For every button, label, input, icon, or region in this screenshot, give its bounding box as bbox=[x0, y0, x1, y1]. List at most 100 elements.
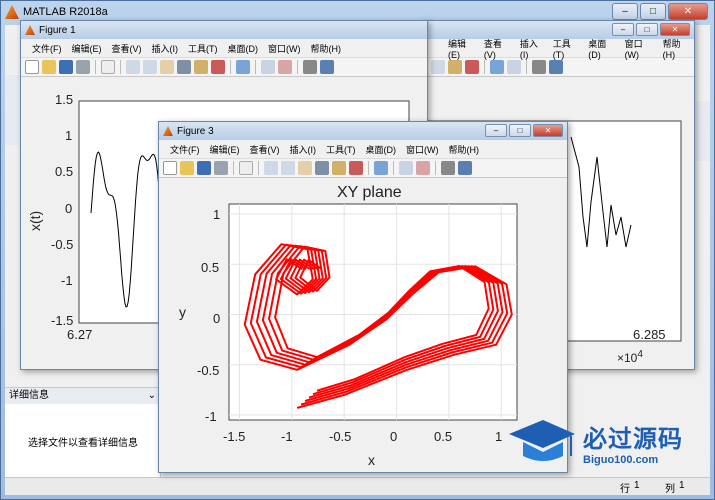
minimize-button[interactable]: – bbox=[612, 3, 638, 20]
close-button[interactable]: ✕ bbox=[533, 124, 563, 137]
link-icon[interactable] bbox=[236, 60, 250, 74]
f3-ytick-2: 0.5 bbox=[201, 260, 220, 275]
menu-desktop[interactable]: 桌面(D) bbox=[583, 37, 619, 60]
open-icon[interactable] bbox=[180, 161, 194, 175]
brush-icon[interactable] bbox=[349, 161, 363, 175]
hide-tools-icon[interactable] bbox=[441, 161, 455, 175]
close-button[interactable]: ✕ bbox=[660, 23, 690, 36]
zoom-out-icon[interactable] bbox=[143, 60, 157, 74]
f3-ytick-4: -0.5 bbox=[197, 363, 220, 378]
menu-file[interactable]: 文件(F) bbox=[165, 143, 205, 156]
maximize-button[interactable]: □ bbox=[509, 124, 531, 137]
brush-icon[interactable] bbox=[211, 60, 225, 74]
menu-window[interactable]: 窗口(W) bbox=[263, 42, 306, 55]
brush-icon[interactable] bbox=[465, 60, 479, 74]
show-tools-icon[interactable] bbox=[549, 60, 563, 74]
menu-tools[interactable]: 工具(T) bbox=[548, 37, 583, 60]
graduation-cap-logo bbox=[509, 420, 575, 461]
menu-help[interactable]: 帮助(H) bbox=[658, 37, 694, 60]
show-tools-icon[interactable] bbox=[320, 60, 334, 74]
new-figure-icon[interactable] bbox=[163, 161, 177, 175]
figure3-titlebar[interactable]: Figure 3 – □ ✕ bbox=[159, 122, 567, 140]
menu-help[interactable]: 帮助(H) bbox=[444, 143, 485, 156]
row-label: 行 bbox=[620, 484, 630, 495]
minimize-button[interactable]: – bbox=[612, 23, 634, 36]
hide-tools-icon[interactable] bbox=[532, 60, 546, 74]
data-cursor-icon[interactable] bbox=[194, 60, 208, 74]
f1-xtick-left: 6.27 bbox=[67, 327, 93, 342]
zoom-out-icon[interactable] bbox=[281, 161, 295, 175]
link-icon[interactable] bbox=[490, 60, 504, 74]
show-tools-icon[interactable] bbox=[458, 161, 472, 175]
pointer-icon[interactable] bbox=[239, 161, 253, 175]
menu-desktop[interactable]: 桌面(D) bbox=[361, 143, 402, 156]
figure3-axes-box bbox=[228, 203, 518, 421]
menu-view[interactable]: 查看(V) bbox=[107, 42, 147, 55]
f3-xtick-6: 1 bbox=[495, 429, 503, 444]
colorbar-icon[interactable] bbox=[507, 60, 521, 74]
f1-ytick-4: 0 bbox=[65, 201, 73, 216]
details-title: 详细信息 bbox=[9, 390, 49, 401]
maximize-button[interactable]: □ bbox=[640, 3, 666, 20]
workspace-strip[interactable] bbox=[694, 101, 710, 161]
figure3-xlabel: x bbox=[368, 452, 375, 468]
close-button[interactable]: ✕ bbox=[668, 3, 708, 20]
data-cursor-icon[interactable] bbox=[332, 161, 346, 175]
rotate-icon[interactable] bbox=[177, 60, 191, 74]
figure-back-menubar: 编辑(E) 查看(V) 插入(I) 工具(T) 桌面(D) 窗口(W) 帮助(H… bbox=[421, 37, 694, 60]
colorbar-icon[interactable] bbox=[399, 161, 413, 175]
menu-edit[interactable]: 编辑(E) bbox=[443, 37, 479, 60]
f1-ytick-5: -0.5 bbox=[51, 237, 74, 252]
minimize-button[interactable]: – bbox=[485, 124, 507, 137]
details-panel: 详细信息 ⌄ 选择文件以查看详细信息 bbox=[5, 387, 161, 477]
menu-file[interactable]: 文件(F) bbox=[27, 42, 67, 55]
menu-window[interactable]: 窗口(W) bbox=[620, 37, 658, 60]
menu-desktop[interactable]: 桌面(D) bbox=[223, 42, 264, 55]
figure3-title: Figure 3 bbox=[177, 125, 214, 137]
menu-help[interactable]: 帮助(H) bbox=[306, 42, 347, 55]
back-exponent: ×104 bbox=[617, 349, 643, 365]
pan-icon[interactable] bbox=[298, 161, 312, 175]
zoom-in-icon[interactable] bbox=[126, 60, 140, 74]
menu-tools[interactable]: 工具(T) bbox=[321, 143, 361, 156]
details-header[interactable]: 详细信息 ⌄ bbox=[5, 388, 160, 404]
f3-xtick-1: -1.5 bbox=[223, 429, 246, 444]
f1-ytick-3: 0.5 bbox=[55, 164, 74, 179]
save-icon[interactable] bbox=[197, 161, 211, 175]
hide-tools-icon[interactable] bbox=[303, 60, 317, 74]
biguo-watermark: 必过源码 Biguo100.com bbox=[507, 412, 683, 472]
data-cursor-icon[interactable] bbox=[448, 60, 462, 74]
pointer-icon[interactable] bbox=[101, 60, 115, 74]
maximize-button[interactable]: □ bbox=[636, 23, 658, 36]
col-value: 1 bbox=[679, 480, 685, 491]
menu-view[interactable]: 查看(V) bbox=[479, 37, 515, 60]
open-icon[interactable] bbox=[42, 60, 56, 74]
menu-insert[interactable]: 插入(I) bbox=[147, 42, 184, 55]
colorbar-icon[interactable] bbox=[261, 60, 275, 74]
chevron-down-icon[interactable]: ⌄ bbox=[148, 388, 156, 404]
details-placeholder: 选择文件以查看详细信息 bbox=[28, 438, 138, 449]
menu-view[interactable]: 查看(V) bbox=[245, 143, 285, 156]
figure-back-titlebar[interactable]: – □ ✕ bbox=[421, 21, 694, 39]
menu-insert[interactable]: 插入(I) bbox=[285, 143, 322, 156]
f3-xtick-3: -0.5 bbox=[329, 429, 352, 444]
menu-window[interactable]: 窗口(W) bbox=[401, 143, 444, 156]
legend-icon[interactable] bbox=[416, 161, 430, 175]
new-figure-icon[interactable] bbox=[25, 60, 39, 74]
menu-edit[interactable]: 编辑(E) bbox=[205, 143, 245, 156]
link-icon[interactable] bbox=[374, 161, 388, 175]
legend-icon[interactable] bbox=[278, 60, 292, 74]
watermark-url: Biguo100.com bbox=[583, 453, 659, 466]
pan-icon[interactable] bbox=[160, 60, 174, 74]
f3-ytick-1: 1 bbox=[213, 207, 221, 222]
menu-tools[interactable]: 工具(T) bbox=[183, 42, 223, 55]
print-icon[interactable] bbox=[76, 60, 90, 74]
print-icon[interactable] bbox=[214, 161, 228, 175]
menu-insert[interactable]: 插入(I) bbox=[515, 37, 548, 60]
zoom-icon[interactable] bbox=[431, 60, 445, 74]
figure1-titlebar[interactable]: Figure 1 bbox=[21, 21, 427, 39]
zoom-in-icon[interactable] bbox=[264, 161, 278, 175]
menu-edit[interactable]: 编辑(E) bbox=[67, 42, 107, 55]
rotate-icon[interactable] bbox=[315, 161, 329, 175]
save-icon[interactable] bbox=[59, 60, 73, 74]
